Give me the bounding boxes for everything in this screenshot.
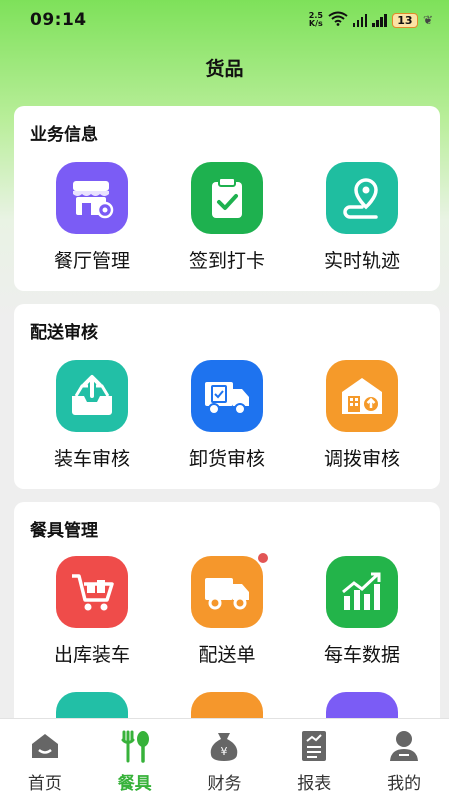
tab-label: 我的 xyxy=(387,774,422,794)
tile-label: 配送单 xyxy=(198,644,256,666)
section-card-delivery-review: 配送审核 装车审核 卸货审核 调拨审核 xyxy=(14,304,440,489)
clipboard-check-icon xyxy=(191,162,263,234)
tile-label: 实时轨迹 xyxy=(323,250,400,272)
tab-home[interactable]: 首页 xyxy=(0,719,90,800)
tab-tableware[interactable]: 餐具 xyxy=(90,719,180,800)
tile-label: 装车审核 xyxy=(53,448,130,470)
tab-finance[interactable]: ¥ 财务 xyxy=(180,719,270,800)
tile-realtime-track[interactable]: 实时轨迹 xyxy=(297,162,427,273)
tile-restaurant-manage[interactable]: 餐厅管理 xyxy=(27,162,157,273)
tile-unloading-review[interactable]: 卸货审核 xyxy=(162,360,292,471)
notification-badge xyxy=(258,553,268,563)
tab-mine[interactable]: 我的 xyxy=(359,719,449,800)
location-route-icon xyxy=(326,162,398,234)
tile-label: 每车数据 xyxy=(323,644,400,666)
tile-label: 卸货审核 xyxy=(188,448,265,470)
shopping-cart-icon xyxy=(56,556,128,628)
section-card-tableware: 餐具管理 出库装车 配送单 每车数据 xyxy=(14,502,440,764)
battery-icon: 13 xyxy=(391,12,418,28)
section-title: 业务信息 xyxy=(30,125,98,145)
signal-icon xyxy=(352,13,368,27)
tile-label: 调拨审核 xyxy=(323,448,400,470)
report-icon xyxy=(297,729,331,763)
tab-label: 报表 xyxy=(297,774,332,794)
page-title: 货品 xyxy=(205,58,244,80)
tray-upload-icon xyxy=(56,360,128,432)
status-time: 09:14 xyxy=(30,10,87,30)
leaf-icon: ❦ xyxy=(422,13,433,27)
tile-transfer-review[interactable]: 调拨审核 xyxy=(297,360,427,471)
fork-spoon-icon xyxy=(118,729,152,763)
section-card-business: 业务信息 餐厅管理 签到打卡 实时轨迹 xyxy=(14,106,440,291)
status-bar: 09:14 2.5 K/s 13 ❦ xyxy=(0,0,449,40)
section-title: 配送审核 xyxy=(30,323,98,343)
tab-report[interactable]: 报表 xyxy=(269,719,359,800)
warehouse-transfer-icon xyxy=(326,360,398,432)
signal-icon-2 xyxy=(372,13,387,27)
status-icons: 2.5 K/s 13 ❦ xyxy=(309,11,433,30)
home-icon xyxy=(28,729,62,763)
tab-label: 餐具 xyxy=(117,774,152,794)
network-speed: 2.5 K/s xyxy=(309,12,323,28)
user-icon xyxy=(387,729,421,763)
tile-sign-in[interactable]: 签到打卡 xyxy=(162,162,292,273)
bottom-tab-bar: 首页 餐具 ¥ 财务 报表 我的 xyxy=(0,718,449,800)
delivery-truck-icon xyxy=(191,553,268,628)
network-speed-unit: K/s xyxy=(308,19,323,28)
svg-text:¥: ¥ xyxy=(221,745,228,758)
tile-per-vehicle-data[interactable]: 每车数据 xyxy=(297,556,427,667)
store-gear-icon xyxy=(56,162,128,234)
tile-loading-review[interactable]: 装车审核 xyxy=(27,360,157,471)
tile-label: 出库装车 xyxy=(53,644,130,666)
tile-label: 餐厅管理 xyxy=(53,250,130,272)
tile-delivery-order[interactable]: 配送单 xyxy=(162,553,292,667)
money-bag-icon: ¥ xyxy=(207,729,241,763)
tile-outbound-loading[interactable]: 出库装车 xyxy=(27,556,157,667)
wifi-icon xyxy=(328,11,348,30)
tab-label: 财务 xyxy=(207,774,242,794)
truck-clipboard-icon xyxy=(191,360,263,432)
growth-chart-icon xyxy=(326,556,398,628)
tile-label: 签到打卡 xyxy=(188,250,265,272)
section-title: 餐具管理 xyxy=(30,521,98,541)
tab-label: 首页 xyxy=(27,774,62,794)
